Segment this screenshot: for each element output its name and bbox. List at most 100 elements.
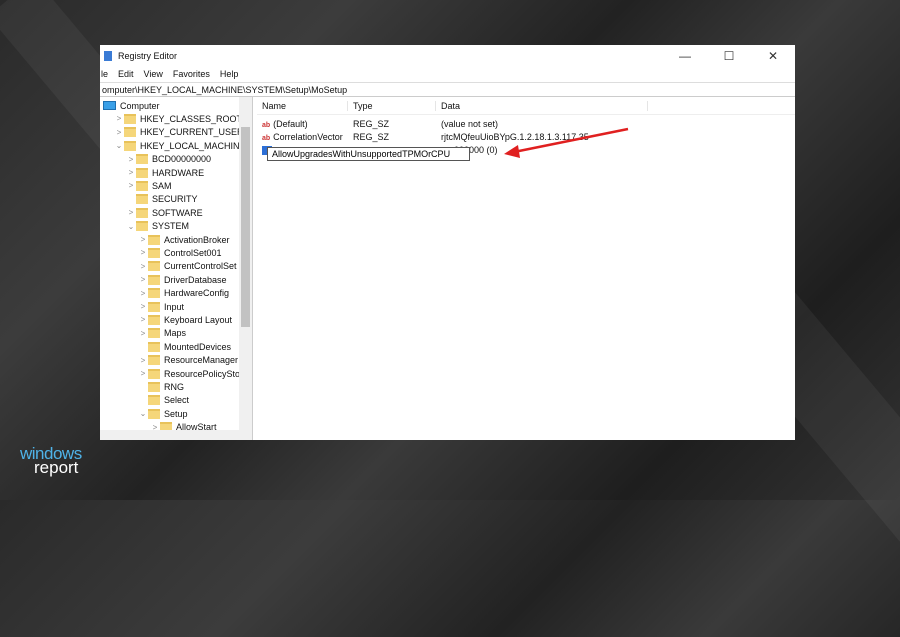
minimize-button[interactable]: — [663, 49, 707, 63]
folder-icon [148, 381, 160, 392]
close-button[interactable]: ✕ [751, 49, 795, 63]
registry-editor-window: Registry Editor — ☐ ✕ le Edit View Favor… [100, 45, 795, 440]
chevron-right-icon[interactable]: > [138, 356, 148, 365]
tree-horizontal-scrollbar[interactable] [100, 430, 252, 440]
column-type[interactable]: Type [348, 100, 436, 111]
menu-favorites[interactable]: Favorites [173, 69, 210, 79]
computer-icon [103, 101, 116, 110]
folder-icon [124, 127, 136, 138]
column-data[interactable]: Data [436, 100, 648, 111]
tree-node-label: Computer [120, 100, 160, 111]
folder-icon [148, 288, 160, 299]
chevron-right-icon[interactable]: > [138, 302, 148, 311]
tree-node[interactable]: > Maps [138, 327, 186, 340]
maximize-button[interactable]: ☐ [707, 49, 751, 63]
chevron-right-icon[interactable]: > [138, 329, 148, 338]
tree-node[interactable]: > ActivationBroker [138, 233, 230, 246]
tree-node[interactable]: Select [138, 394, 189, 407]
tree-node-label: HKEY_CLASSES_ROOT [140, 113, 243, 124]
folder-icon [148, 301, 160, 312]
folder-icon [148, 368, 160, 379]
chevron-right-icon[interactable]: > [138, 275, 148, 284]
folder-icon [148, 341, 160, 352]
tree-node-label: SOFTWARE [152, 207, 203, 218]
chevron-right-icon[interactable]: > [126, 208, 136, 217]
tree-vertical-scrollbar[interactable] [239, 97, 252, 430]
chevron-right-icon[interactable]: > [126, 181, 136, 190]
tree-node[interactable]: > HardwareConfig [138, 287, 229, 300]
scroll-thumb[interactable] [241, 127, 250, 327]
folder-icon [136, 194, 148, 205]
tree-node[interactable]: > ResourcePolicyStore [138, 367, 248, 380]
tree-node[interactable]: > DriverDatabase [138, 273, 227, 286]
tree-node[interactable]: SECURITY [126, 193, 198, 206]
chevron-right-icon[interactable]: > [126, 168, 136, 177]
tree-node[interactable]: ⌄ Setup [138, 407, 188, 420]
tree-node-label: HKEY_LOCAL_MACHINE [140, 140, 246, 151]
tree-node-label: Select [164, 395, 190, 406]
address-bar[interactable]: omputer\HKEY_LOCAL_MACHINE\SYSTEM\Setup\… [100, 82, 795, 97]
folder-icon [148, 328, 160, 339]
tree-node-label: ActivationBroker [164, 234, 230, 245]
tree-node-label: MountedDevices [164, 341, 232, 352]
menu-edit[interactable]: Edit [118, 69, 134, 79]
tree-node[interactable]: > SOFTWARE [126, 206, 203, 219]
string-value-icon: ab [262, 134, 271, 142]
chevron-right-icon[interactable]: > [126, 155, 136, 164]
chevron-down-icon[interactable]: ⌄ [126, 222, 136, 231]
tree-node[interactable]: MountedDevices [138, 340, 231, 353]
tree-node[interactable]: > Input [138, 300, 184, 313]
tree-node[interactable]: > ControlSet001 [138, 246, 222, 259]
tree-node-label: Maps [164, 328, 187, 339]
folder-icon [148, 314, 160, 325]
tree-node[interactable]: ⌄ HKEY_LOCAL_MACHINE [114, 139, 246, 152]
folder-icon [136, 207, 148, 218]
chevron-right-icon[interactable]: > [138, 262, 148, 271]
tree-node-label: Input [164, 301, 185, 312]
tree-node[interactable]: > HARDWARE [126, 166, 204, 179]
folder-icon [148, 408, 160, 419]
value-name: (Default) [273, 118, 308, 129]
string-value-icon: ab [262, 121, 271, 129]
folder-icon [136, 180, 148, 191]
menu-help[interactable]: Help [220, 69, 239, 79]
menu-view[interactable]: View [144, 69, 163, 79]
folder-icon [148, 355, 160, 366]
tree-node[interactable]: > SAM [126, 179, 172, 192]
tree-node[interactable]: > ResourceManager [138, 354, 238, 367]
rename-value-input[interactable] [267, 147, 470, 161]
menu-file[interactable]: le [101, 69, 108, 79]
chevron-right-icon[interactable]: > [138, 289, 148, 298]
chevron-right-icon[interactable]: > [138, 315, 148, 324]
tree-node-label: CurrentControlSet [164, 261, 237, 272]
tree-node[interactable]: > Keyboard Layout [138, 313, 232, 326]
regedit-icon [104, 50, 112, 61]
chevron-down-icon[interactable]: ⌄ [138, 409, 148, 418]
tree-node[interactable]: ⌄ SYSTEM [126, 220, 189, 233]
folder-icon [148, 247, 160, 258]
chevron-right-icon[interactable]: > [138, 248, 148, 257]
chevron-right-icon[interactable]: > [114, 128, 124, 137]
tree-node[interactable]: Computer [103, 99, 160, 112]
value-type: REG_SZ [353, 118, 390, 129]
tree-node-label: ResourcePolicyStore [164, 368, 249, 379]
tree-node-label: Keyboard Layout [164, 314, 233, 325]
address-path: omputer\HKEY_LOCAL_MACHINE\SYSTEM\Setup\… [102, 84, 348, 95]
chevron-right-icon[interactable]: > [138, 369, 148, 378]
tree-node-label: Setup [164, 408, 188, 419]
menu-bar: le Edit View Favorites Help [100, 66, 795, 82]
tree-node[interactable]: > BCD00000000 [126, 153, 211, 166]
tree-node[interactable]: > HKEY_CURRENT_USER [114, 126, 244, 139]
column-name[interactable]: Name [257, 100, 348, 111]
tree-node[interactable]: RNG [138, 380, 184, 393]
tree-node-label: HKEY_CURRENT_USER [140, 127, 244, 138]
chevron-right-icon[interactable]: > [138, 235, 148, 244]
folder-icon [148, 274, 160, 285]
chevron-right-icon[interactable]: > [114, 114, 124, 123]
tree-node[interactable]: > HKEY_CLASSES_ROOT [114, 112, 242, 125]
tree-node[interactable]: > CurrentControlSet [138, 260, 237, 273]
chevron-down-icon[interactable]: ⌄ [114, 141, 124, 150]
value-type: REG_SZ [353, 131, 390, 142]
tree-node-label: ResourceManager [164, 355, 239, 366]
red-arrow-annotation [504, 127, 629, 158]
